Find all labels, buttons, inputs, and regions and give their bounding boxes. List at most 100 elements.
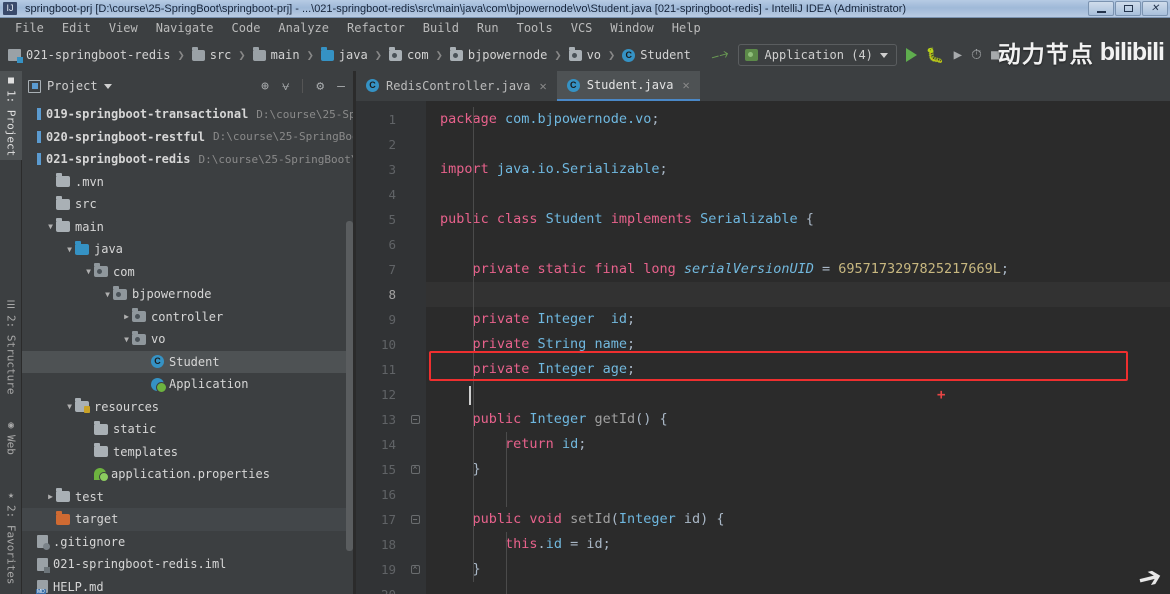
sidebar-item-favorites[interactable]: ★ 2: Favorites [0, 486, 22, 588]
hammer-icon[interactable]: ⤍ [709, 43, 731, 67]
chevron-down-icon[interactable]: ▼ [64, 402, 75, 411]
breadcrumb-item-vo[interactable]: vo [568, 46, 601, 62]
breadcrumb-item-module[interactable]: 021-springboot-redis [8, 48, 171, 63]
menu-tools[interactable]: Tools [508, 18, 562, 39]
chevron-down-icon[interactable]: ▼ [45, 222, 56, 231]
fold-slot [404, 207, 426, 232]
chevron-down-icon[interactable]: ▼ [64, 245, 75, 254]
fold-end-icon[interactable]: ⌃ [410, 465, 420, 474]
fold-slot[interactable]: ⌃ [404, 557, 426, 582]
fold-collapse-icon[interactable]: − [410, 515, 420, 524]
tree-node-021-springboot-redis[interactable]: 021-springboot-redis D:\course\25-SpringB… [22, 148, 355, 171]
breadcrumb-item-java[interactable]: java [320, 46, 368, 62]
tree-node-src[interactable]: src [22, 193, 355, 216]
breadcrumb-item-src[interactable]: src [191, 46, 231, 62]
chevron-down-icon[interactable]: ▼ [121, 335, 132, 344]
line-number: 15 [380, 462, 396, 477]
menu-code[interactable]: Code [223, 18, 270, 39]
tree-node-resources[interactable]: ▼ resources [22, 396, 355, 419]
code-content[interactable]: package com.bjpowernode.vo; import java.… [426, 101, 1170, 594]
fold-slot[interactable]: ⌃ [404, 457, 426, 482]
breadcrumb-item-main[interactable]: main [252, 46, 300, 62]
menu-help[interactable]: Help [663, 18, 710, 39]
menu-run[interactable]: Run [468, 18, 508, 39]
run-configuration-selector[interactable]: Application (4) [737, 44, 897, 66]
tree-node--mvn[interactable]: .mvn [22, 171, 355, 194]
menu-window[interactable]: Window [601, 18, 662, 39]
fold-slot [404, 182, 426, 207]
tree-node-application-properties[interactable]: application.properties [22, 463, 355, 486]
menu-refactor[interactable]: Refactor [338, 18, 414, 39]
tree-node-templates[interactable]: templates [22, 441, 355, 464]
chevron-down-icon[interactable]: ▼ [102, 290, 113, 299]
code-editor[interactable]: 1234567891011121314151617181920 − ⌃ − ⌃ pac… [356, 101, 1170, 594]
code-token: ; [578, 436, 587, 452]
sidebar-item-project[interactable]: ■ 1: Project [0, 71, 22, 161]
minimize-button[interactable] [1088, 1, 1114, 16]
tree-node-bjpowernode[interactable]: ▼ bjpowernode [22, 283, 355, 306]
code-folding-gutter[interactable]: − ⌃ − ⌃ [404, 101, 426, 594]
sidebar-item-structure[interactable]: ☰ 2: Structure [0, 296, 22, 398]
project-tree[interactable]: 019-springboot-transactional D:\course\25… [22, 101, 355, 594]
debug-icon[interactable]: 🐛 [926, 46, 945, 64]
menu-navigate[interactable]: Navigate [147, 18, 223, 39]
tree-node-application[interactable]: Application [22, 373, 355, 396]
tree-node-student[interactable]: C Student [22, 350, 355, 373]
breadcrumb-item-com[interactable]: com [388, 46, 429, 62]
tree-node-main[interactable]: ▼ main [22, 216, 355, 239]
fold-end-icon[interactable]: ⌃ [410, 565, 420, 574]
tree-node-test[interactable]: ▶ test [22, 486, 355, 509]
locate-icon[interactable]: ⊕ [261, 80, 269, 93]
tree-node-target[interactable]: target [22, 508, 355, 531]
tab-redis-controller[interactable]: C RedisController.java ✕ [356, 71, 557, 101]
breadcrumb-separator-icon: ❯ [608, 48, 616, 62]
chevron-right-icon[interactable]: ▶ [45, 492, 56, 501]
tree-node-help-md[interactable]: HELP.md [22, 576, 355, 594]
tree-node-java[interactable]: ▼ java [22, 238, 355, 261]
hide-panel-icon[interactable]: — [337, 80, 345, 93]
breadcrumb-separator-icon: ❯ [177, 48, 185, 62]
profiler-icon[interactable]: ⏱ [971, 47, 982, 63]
chevron-right-icon[interactable]: ▶ [121, 312, 132, 321]
run-with-coverage-icon[interactable]: ▶ [954, 47, 962, 63]
fold-collapse-icon[interactable]: − [410, 415, 420, 424]
tree-node-020-springboot-restful[interactable]: 020-springboot-restful D:\course\25-Sprin… [22, 126, 355, 149]
project-panel-scrollbar[interactable] [346, 221, 353, 551]
favorites-icon: ★ [5, 490, 17, 501]
run-icon[interactable] [905, 48, 917, 62]
tree-node-com[interactable]: ▼ com [22, 261, 355, 284]
sidebar-item-web[interactable]: ◉ Web [0, 416, 22, 459]
close-icon[interactable]: ✕ [540, 79, 547, 93]
tab-student[interactable]: C Student.java ✕ [556, 71, 700, 101]
tree-node-static[interactable]: static [22, 418, 355, 441]
collapse-all-icon[interactable]: ⩝ [282, 80, 289, 93]
menu-build[interactable]: Build [414, 18, 468, 39]
menu-view[interactable]: View [100, 18, 147, 39]
close-icon[interactable]: ✕ [682, 78, 689, 92]
tree-node-controller[interactable]: ▶ controller [22, 306, 355, 329]
structure-icon: ☰ [5, 300, 17, 311]
stop-icon[interactable]: ■ [991, 47, 999, 63]
run-config-icon [744, 49, 758, 61]
tree-node-vo[interactable]: ▼ vo [22, 328, 355, 351]
tree-node-021-springboot-redis-iml[interactable]: 021-springboot-redis.iml [22, 553, 355, 576]
menu-analyze[interactable]: Analyze [269, 18, 338, 39]
tree-node--gitignore[interactable]: .gitignore [22, 531, 355, 554]
menu-file[interactable]: File [6, 18, 53, 39]
tree-node-019-springboot-transactional[interactable]: 019-springboot-transactional D:\course\25… [22, 103, 355, 126]
settings-gear-icon[interactable]: ⚙ [316, 80, 324, 93]
close-button[interactable]: ✕ [1142, 1, 1168, 16]
menu-vcs[interactable]: VCS [562, 18, 602, 39]
project-panel-title[interactable]: Project [28, 79, 112, 93]
chevron-down-icon[interactable]: ▼ [83, 267, 94, 276]
menu-edit[interactable]: Edit [53, 18, 100, 39]
code-token: setId [570, 511, 611, 527]
line-number-gutter: 1234567891011121314151617181920 [356, 101, 404, 594]
fold-slot[interactable]: − [404, 507, 426, 532]
maximize-button[interactable] [1115, 1, 1141, 16]
breadcrumb-item-bjpowernode[interactable]: bjpowernode [449, 46, 547, 62]
fold-slot[interactable]: − [404, 407, 426, 432]
code-token: private [472, 336, 538, 352]
breadcrumb-item-student[interactable]: C Student [622, 48, 691, 62]
